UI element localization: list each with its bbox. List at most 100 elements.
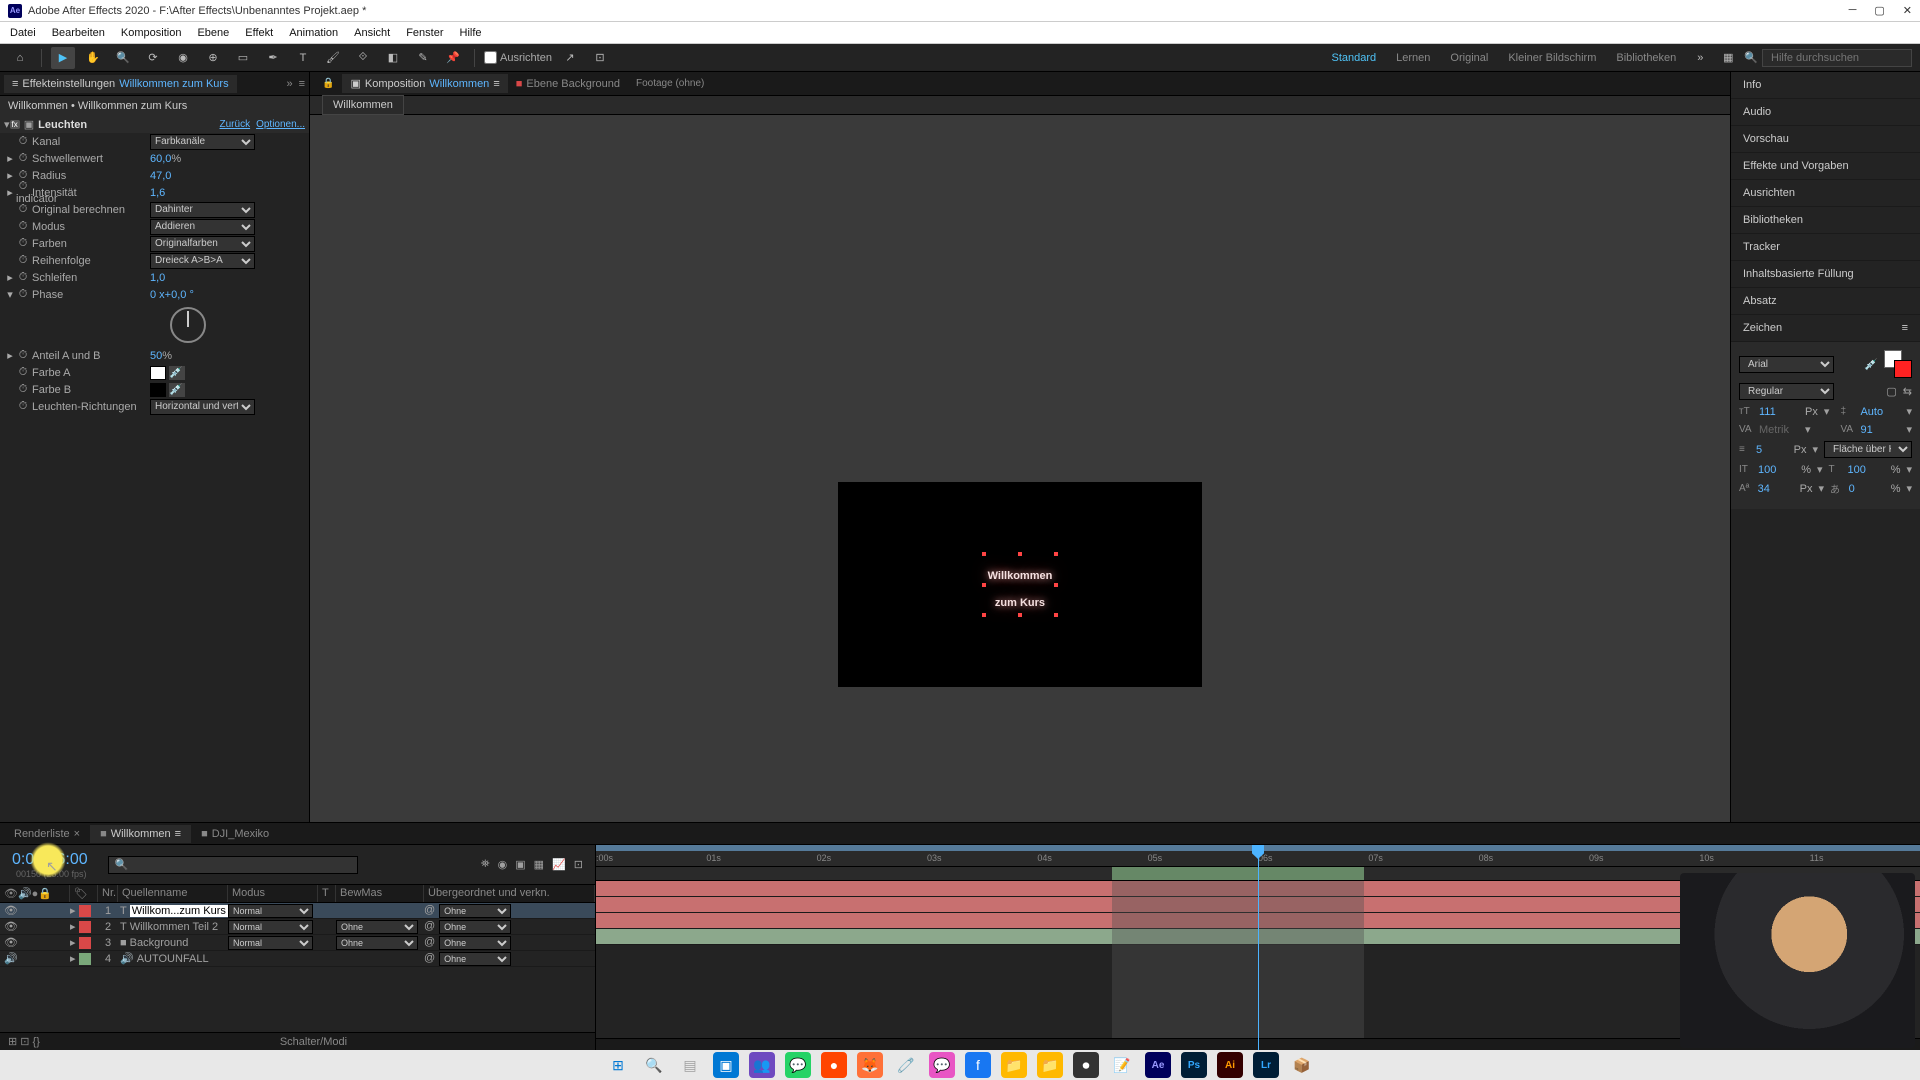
font-size-value[interactable]: 111 (1759, 406, 1799, 418)
panel-absatz[interactable]: Absatz (1731, 288, 1920, 315)
roto-tool-icon[interactable]: ✎ (411, 47, 435, 69)
tl-tab-dji[interactable]: ■DJI_Mexiko (191, 825, 279, 843)
eraser-tool-icon[interactable]: ◧ (381, 47, 405, 69)
layer-mode-select[interactable]: Normal (228, 904, 313, 918)
close-button[interactable]: ✕ (1903, 4, 1912, 17)
fill-color-swatch[interactable] (1894, 360, 1912, 378)
twirl-icon[interactable]: ▸ (70, 952, 76, 965)
shape-tool-icon[interactable]: ▭ (231, 47, 255, 69)
tsume-value[interactable]: 0 (1849, 483, 1885, 495)
panel-effekte[interactable]: Effekte und Vorgaben (1731, 153, 1920, 180)
parent-pickwhip-icon[interactable]: @ (424, 952, 435, 966)
prop-kanal-select[interactable]: Farbkanäle (150, 134, 255, 150)
col-t[interactable]: T (318, 885, 336, 902)
timeline-search-input[interactable] (108, 856, 358, 874)
color-a-swatch[interactable] (150, 366, 166, 380)
panel-info[interactable]: Info (1731, 72, 1920, 99)
color-a-picker-icon[interactable]: 💉 (169, 366, 185, 380)
taskbar-ai-icon[interactable]: Ai (1217, 1052, 1243, 1078)
layer-color-chip[interactable] (79, 921, 91, 933)
taskbar-folder2-icon[interactable]: 📁 (1037, 1052, 1063, 1078)
layer-trackmatte-select[interactable]: Ohne (336, 920, 418, 934)
minimize-button[interactable]: ─ (1849, 4, 1857, 17)
col-parent[interactable]: Übergeordnet und verkn. (424, 885, 595, 902)
taskbar-app1-icon[interactable]: ▣ (713, 1052, 739, 1078)
taskbar-obs-icon[interactable]: ⏺ (1073, 1052, 1099, 1078)
brush-tool-icon[interactable]: 🖌 (321, 47, 345, 69)
col-mode[interactable]: Modus (228, 885, 318, 902)
layer-parent-select[interactable]: Ohne (439, 936, 511, 950)
parent-pickwhip-icon[interactable]: @ (424, 920, 435, 934)
col-name[interactable]: Quellenname (118, 885, 228, 902)
layer-parent-select[interactable]: Ohne (439, 904, 511, 918)
layer-color-chip[interactable] (79, 953, 91, 965)
snap-checkbox[interactable] (484, 51, 497, 64)
menu-ebene[interactable]: Ebene (197, 27, 229, 39)
timeline-playhead[interactable] (1258, 845, 1259, 1050)
panel-fuellung[interactable]: Inhaltsbasierte Füllung (1731, 261, 1920, 288)
taskbar-lr-icon[interactable]: Lr (1253, 1052, 1279, 1078)
stroke-style-select[interactable]: Fläche über Kon... (1824, 441, 1912, 458)
timeline-layer-row[interactable]: 👁▸2TWillkommen Teil 2NormalOhne@Ohne (0, 919, 595, 935)
prop-reihenfolge-select[interactable]: Dreieck A>B>A (150, 253, 255, 269)
layer-trackmatte-select[interactable]: Ohne (336, 936, 418, 950)
tl-footer-switches[interactable]: Schalter/Modi (280, 1036, 347, 1048)
panel-zeichen-header[interactable]: Zeichen≡ (1731, 315, 1920, 342)
taskbar-explorer-icon[interactable]: 📁 (1001, 1052, 1027, 1078)
taskbar-ae-icon[interactable]: Ae (1145, 1052, 1171, 1078)
effect-twirl[interactable]: ▾ (4, 118, 10, 131)
color-b-picker-icon[interactable]: 💉 (169, 383, 185, 397)
eyedropper-icon[interactable]: 💉 (1864, 358, 1878, 371)
menu-ansicht[interactable]: Ansicht (354, 27, 390, 39)
taskbar-fb-icon[interactable]: f (965, 1052, 991, 1078)
font-family-select[interactable]: Arial (1739, 356, 1834, 373)
tl-footer-toggle-icon[interactable]: ⊞ ⊡ {} (8, 1035, 40, 1048)
timeline-layer-row[interactable]: 👁▸3■BackgroundNormalOhne@Ohne (0, 935, 595, 951)
parent-pickwhip-icon[interactable]: @ (424, 936, 435, 950)
comp-lock-icon[interactable]: 🔒 (314, 75, 342, 92)
help-search-input[interactable] (1762, 49, 1912, 67)
col-nr[interactable]: Nr. (98, 885, 118, 902)
layer-color-chip[interactable] (79, 905, 91, 917)
effect-reset[interactable]: Zurück (220, 119, 251, 130)
menu-hilfe[interactable]: Hilfe (460, 27, 482, 39)
clone-tool-icon[interactable]: ⟐ (351, 47, 375, 69)
tl-tool-frame-icon[interactable]: ▣ (515, 858, 525, 871)
comp-tab-footage[interactable]: Footage (ohne) (628, 75, 712, 92)
puppet-tool-icon[interactable]: 📌 (441, 47, 465, 69)
effect-options[interactable]: Optionen... (256, 119, 305, 130)
selection-tool-icon[interactable]: ▶ (51, 47, 75, 69)
comp-tab-layer[interactable]: ■ Ebene Background (508, 75, 628, 93)
zoom-tool-icon[interactable]: 🔍 (111, 47, 135, 69)
effect-controls-tab[interactable]: ≡ Effekteinstellungen Willkommen zum Kur… (4, 75, 237, 93)
hscale-value[interactable]: 100 (1848, 464, 1885, 476)
panel-ausrichten[interactable]: Ausrichten (1731, 180, 1920, 207)
taskbar-app3-icon[interactable]: 🧷 (893, 1052, 919, 1078)
taskbar-search-icon[interactable]: 🔍 (641, 1052, 667, 1078)
tl-tab-render[interactable]: Renderliste× (4, 825, 90, 843)
prop-farben-select[interactable]: Originalfarben (150, 236, 255, 252)
maximize-button[interactable]: ▢ (1874, 4, 1884, 17)
prop-schleifen-value[interactable]: 1,0 (150, 272, 165, 284)
tl-tool-shy-icon[interactable]: ⛯ (481, 858, 490, 871)
taskbar-tasks-icon[interactable]: ▤ (677, 1052, 703, 1078)
parent-pickwhip-icon[interactable]: @ (424, 904, 435, 918)
panel-bibliotheken[interactable]: Bibliotheken (1731, 207, 1920, 234)
panel-tracker[interactable]: Tracker (1731, 234, 1920, 261)
taskbar-notes-icon[interactable]: 📝 (1109, 1052, 1135, 1078)
menu-effekt[interactable]: Effekt (245, 27, 273, 39)
workspace-more-icon[interactable]: » (1688, 47, 1712, 69)
swap-colors-icon[interactable]: ⇆ (1903, 385, 1912, 398)
tl-tool-3d-icon[interactable]: ▦ (534, 858, 544, 871)
stroke-width-value[interactable]: 5 (1756, 444, 1788, 456)
timeline-layer-row[interactable]: 👁▸1TWillkom...zum KursNormal@Ohne (0, 903, 595, 919)
zeichen-menu-icon[interactable]: ≡ (1902, 322, 1908, 334)
orbit-tool-icon[interactable]: ⟳ (141, 47, 165, 69)
taskbar-firefox-icon[interactable]: 🦊 (857, 1052, 883, 1078)
home-icon[interactable]: ⌂ (8, 47, 32, 69)
tl-tab-willkommen[interactable]: ■Willkommen≡ (90, 825, 191, 843)
prop-richtungen-select[interactable]: Horizontal und vert. (150, 399, 255, 415)
panel-more-icon[interactable]: » (286, 78, 292, 90)
taskbar-start-icon[interactable]: ⊞ (605, 1052, 631, 1078)
panel-menu-icon[interactable]: ≡ (299, 78, 305, 90)
